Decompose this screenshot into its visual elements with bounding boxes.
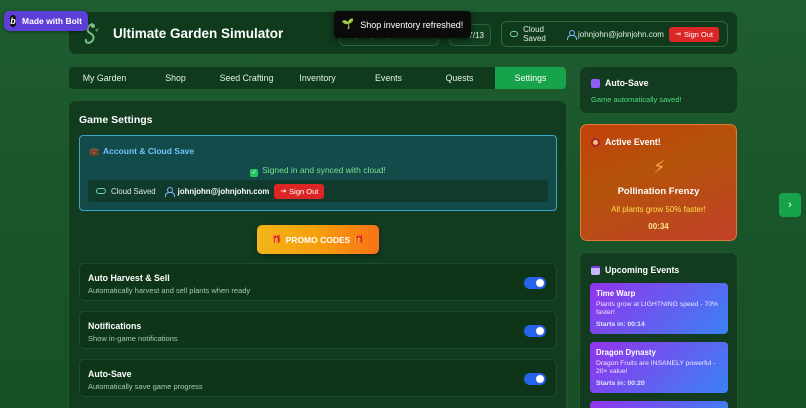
event-name: Pollination Frenzy	[617, 186, 700, 197]
account-signout-button[interactable]: ⇥ Sign Out	[274, 183, 325, 199]
active-event-title: Active Event!	[591, 137, 661, 147]
synced-status: ✓ Signed in and synced with cloud!	[80, 165, 556, 177]
upcoming-event-name: Time Warp	[596, 289, 636, 298]
main-tabs: My Garden Shop Seed Crafting Inventory E…	[68, 66, 567, 90]
app-title: Ultimate Garden Simulator	[113, 26, 284, 41]
promo-label: PROMO CODES	[285, 234, 351, 245]
cloud-icon	[96, 188, 106, 194]
bag-icon: 💼	[89, 146, 99, 156]
tab-seed-crafting[interactable]: Seed Crafting	[211, 67, 282, 89]
autosave-title: Auto-Save	[591, 78, 649, 88]
upcoming-events-panel: Upcoming Events Time Warp Plants grow at…	[579, 252, 738, 408]
lightning-icon: ⚡	[653, 157, 666, 177]
logout-icon: ⇥	[674, 31, 681, 38]
upcoming-event-start: Starts in: 00:14	[596, 320, 645, 328]
tab-settings[interactable]: Settings	[495, 67, 566, 89]
setting-title: Auto-Save	[88, 369, 132, 379]
user-email: johnjohn@johnjohn.com	[577, 29, 664, 39]
account-title-text: Account & Cloud Save	[102, 146, 195, 156]
upcoming-event-start: Starts in: 00:20	[596, 379, 645, 387]
event-desc: All plants grow 50% faster!	[611, 205, 706, 214]
cloud-icon	[510, 31, 519, 37]
active-event-card: Active Event! ⚡ Pollination Frenzy All p…	[580, 124, 737, 241]
cloud-status-box: Cloud Saved johnjohn@johnjohn.com ⇥ Sign…	[501, 21, 728, 47]
upcoming-event-card: Dragon Dynasty Dragon Fruits are INSANEL…	[590, 342, 728, 393]
upcoming-event-card: Time Warp Plants grow at LIGHTNING speed…	[590, 283, 728, 334]
account-title: 💼 Account & Cloud Save	[89, 146, 194, 156]
account-email: johnjohn@johnjohn.com	[177, 186, 270, 196]
check-icon: ✓	[250, 169, 259, 177]
tab-shop[interactable]: Shop	[140, 67, 211, 89]
account-info-bar: Cloud Saved johnjohn@johnjohn.com ⇥ Sign…	[88, 180, 548, 202]
logout-icon: ⇥	[280, 188, 287, 195]
autosave-panel: Auto-Save Game automatically saved!	[579, 66, 738, 114]
upcoming-event-name: Dragon Dynasty	[596, 348, 656, 357]
setting-notifications: Notifications Show in-game notifications	[79, 311, 557, 349]
toast-notification: 🌱 Shop inventory refreshed!	[334, 11, 471, 38]
signout-label: Sign Out	[289, 186, 319, 196]
account-cloud-status: Cloud Saved	[111, 186, 156, 196]
upcoming-event-desc: Plants grow at LIGHTNING speed - 70% fas…	[596, 301, 719, 317]
gift-icon: 🎁	[354, 235, 365, 244]
cloud-status-text: Cloud Saved	[523, 25, 546, 43]
tab-my-garden[interactable]: My Garden	[69, 67, 140, 89]
auto-save-toggle[interactable]	[524, 373, 546, 385]
made-with-bolt-badge[interactable]: b Made with Bolt	[4, 11, 88, 31]
account-cloud-save-card: 💼 Account & Cloud Save ✓ Signed in and sy…	[79, 135, 557, 211]
event-timer: 00:34	[648, 222, 669, 231]
upcoming-event-desc: Dragon Fruits are INSANELY powerful - 20…	[596, 360, 716, 376]
tab-quests[interactable]: Quests	[424, 67, 495, 89]
user-icon	[566, 29, 578, 40]
setting-title: Auto Harvest & Sell	[88, 273, 170, 283]
upcoming-title-text: Upcoming Events	[605, 265, 680, 275]
setting-desc: Show in-game notifications	[88, 334, 178, 343]
notifications-toggle[interactable]	[524, 325, 546, 337]
setting-desc: Automatically save game progress	[88, 382, 203, 391]
setting-auto-save: Auto-Save Automatically save game progre…	[79, 359, 557, 397]
promo-codes-button[interactable]: 🎁 PROMO CODES 🎁	[257, 225, 379, 254]
target-icon	[591, 137, 600, 147]
signout-label: Sign Out	[683, 29, 713, 39]
gift-icon: 🎁	[271, 235, 282, 244]
next-arrow-button[interactable]: ›	[779, 193, 801, 217]
user-icon	[164, 186, 175, 197]
autosave-desc: Game automatically saved!	[591, 95, 682, 104]
setting-title: Notifications	[88, 321, 142, 331]
upcoming-title: Upcoming Events	[591, 265, 679, 275]
badge-label: Made with Bolt	[22, 16, 82, 26]
header-signout-button[interactable]: ⇥ Sign Out	[668, 26, 719, 42]
tab-events[interactable]: Events	[353, 67, 424, 89]
setting-desc: Automatically harvest and sell plants wh…	[88, 286, 251, 295]
autosave-title-text: Auto-Save	[605, 78, 649, 88]
tab-inventory[interactable]: Inventory	[282, 67, 353, 89]
toast-message: Shop inventory refreshed!	[360, 19, 464, 30]
settings-panel: Game Settings 💼 Account & Cloud Save ✓ Si…	[68, 100, 567, 408]
setting-auto-harvest: Auto Harvest & Sell Automatically harves…	[79, 263, 557, 301]
active-event-title-text: Active Event!	[605, 137, 661, 147]
save-disk-icon	[591, 78, 600, 88]
bolt-logo-icon: b	[10, 15, 17, 27]
chevron-right-icon: ›	[788, 199, 792, 211]
upcoming-event-card-partial	[590, 401, 728, 408]
synced-text: Signed in and synced with cloud!	[262, 165, 386, 175]
auto-harvest-toggle[interactable]	[524, 277, 546, 289]
sprout-icon: 🌱	[341, 19, 355, 30]
calendar-icon	[591, 265, 600, 275]
settings-title: Game Settings	[79, 114, 153, 126]
